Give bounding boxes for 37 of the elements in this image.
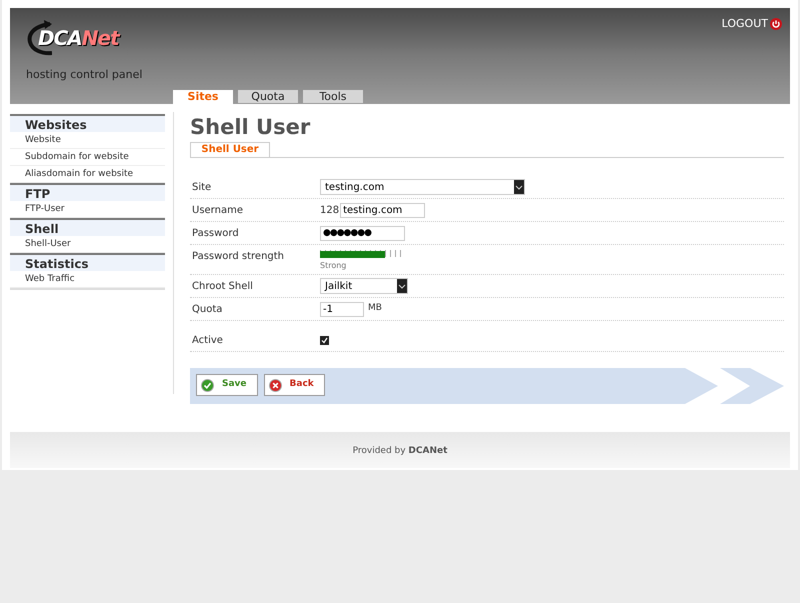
logout-link[interactable]: LOGOUT [722, 16, 768, 32]
footer-text: Provided by DCANet [352, 444, 448, 458]
field-label: Active [191, 334, 224, 348]
logo-text: DCA [38, 25, 82, 52]
input-field[interactable]: ●●●●●●● [320, 226, 405, 240]
input-field[interactable]: testing.com [340, 202, 426, 218]
nav-tab[interactable]: Tools [303, 90, 363, 103]
field-label: Site [191, 181, 212, 195]
strength-text: Strong [320, 260, 348, 272]
unit-label: MB [368, 302, 382, 316]
check-circle-icon [201, 378, 214, 392]
dropdown[interactable]: testing.com [320, 179, 525, 195]
nav-tab[interactable]: Quota [238, 90, 298, 103]
subtitle: hosting control panel [26, 67, 142, 83]
field-label: Password strength [191, 250, 286, 264]
chevron-down-icon[interactable] [514, 180, 524, 194]
sidebar-item[interactable]: Subdomain for website [10, 149, 165, 166]
field-label: Quota [191, 303, 224, 317]
sidebar-heading: Websites [10, 114, 165, 132]
input-field[interactable]: -1 [320, 302, 364, 316]
power-icon[interactable] [770, 18, 782, 30]
cross-circle-icon [268, 378, 282, 392]
sidebar-item[interactable]: Website [10, 132, 165, 149]
checkbox[interactable] [320, 336, 329, 344]
field-label: Password [191, 227, 240, 241]
logo-text: Net [82, 25, 119, 52]
page-title: Shell User [190, 114, 312, 140]
dropdown[interactable]: Jailkit [320, 278, 408, 294]
sidebar-heading: Shell [10, 218, 165, 236]
field-label: Username [191, 204, 244, 218]
chevron-down-icon[interactable] [397, 279, 407, 293]
save-button[interactable]: Save [196, 374, 258, 396]
field-label: Chroot Shell [191, 280, 254, 294]
sidebar-heading: FTP [10, 183, 165, 201]
username-prefix: 128 [320, 204, 340, 218]
back-button[interactable]: Back [264, 374, 325, 396]
sidebar-heading: Statistics [10, 253, 165, 271]
